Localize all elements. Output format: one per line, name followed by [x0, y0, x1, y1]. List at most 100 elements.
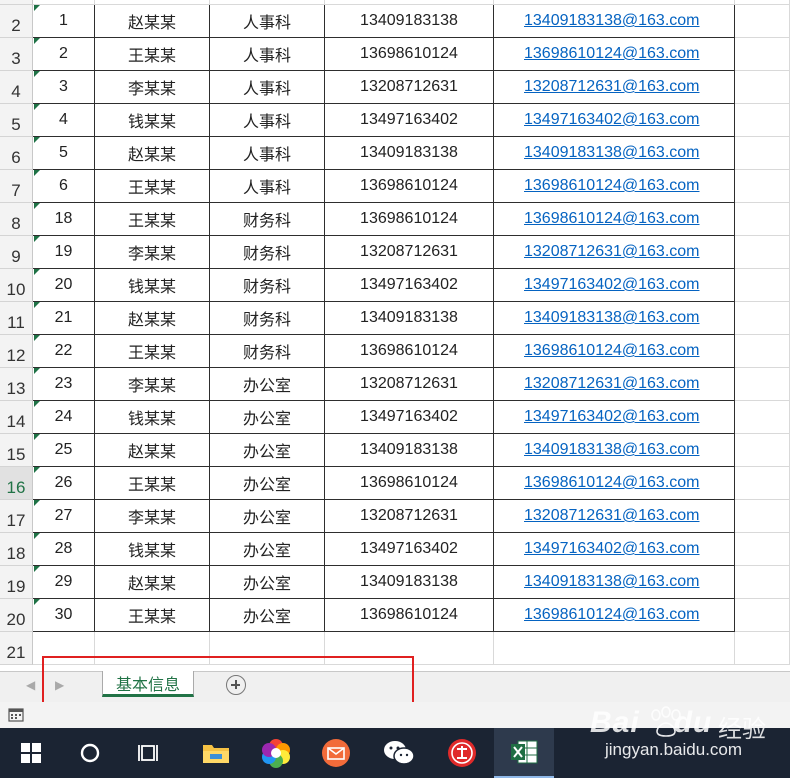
table-cell[interactable]: 13698610124: [325, 203, 494, 236]
table-cell[interactable]: 王某某: [95, 170, 210, 203]
table-cell[interactable]: 办公室: [210, 599, 325, 632]
table-cell[interactable]: 13409183138: [325, 137, 494, 170]
row-header[interactable]: 18: [0, 533, 33, 566]
row-header[interactable]: 15: [0, 434, 33, 467]
row-header[interactable]: 9: [0, 236, 33, 269]
table-cell[interactable]: 30: [33, 599, 95, 632]
table-cell[interactable]: [735, 467, 790, 500]
table-cell[interactable]: 李某某: [95, 500, 210, 533]
row-header[interactable]: 3: [0, 38, 33, 71]
table-cell[interactable]: [95, 632, 210, 665]
table-cell[interactable]: 王某某: [95, 467, 210, 500]
table-cell[interactable]: 13497163402: [325, 269, 494, 302]
email-link-cell[interactable]: 13208712631@163.com: [494, 368, 735, 401]
table-cell[interactable]: 王某某: [95, 335, 210, 368]
table-cell[interactable]: 钱某某: [95, 533, 210, 566]
table-cell[interactable]: 6: [33, 170, 95, 203]
table-cell[interactable]: [735, 137, 790, 170]
table-cell[interactable]: 钱某某: [95, 104, 210, 137]
table-cell[interactable]: [735, 401, 790, 434]
email-link-cell[interactable]: 13409183138@163.com: [494, 137, 735, 170]
table-cell[interactable]: 财务科: [210, 236, 325, 269]
table-cell[interactable]: 办公室: [210, 566, 325, 599]
table-cell[interactable]: 20: [33, 269, 95, 302]
table-cell[interactable]: 李某某: [95, 236, 210, 269]
table-cell[interactable]: 29: [33, 566, 95, 599]
table-cell[interactable]: [735, 302, 790, 335]
email-link-cell[interactable]: 13497163402@163.com: [494, 401, 735, 434]
table-cell[interactable]: 赵某某: [95, 566, 210, 599]
table-cell[interactable]: 13698610124: [325, 599, 494, 632]
xiu-app-icon[interactable]: [432, 728, 492, 778]
table-cell[interactable]: [735, 533, 790, 566]
email-link-cell[interactable]: 13698610124@163.com: [494, 170, 735, 203]
photos-app-icon[interactable]: [246, 728, 306, 778]
table-cell[interactable]: 2: [33, 38, 95, 71]
table-cell[interactable]: 王某某: [95, 38, 210, 71]
table-cell[interactable]: 28: [33, 533, 95, 566]
file-explorer-icon[interactable]: [186, 728, 246, 778]
email-link-cell[interactable]: 13409183138@163.com: [494, 5, 735, 38]
macro-record-icon[interactable]: [8, 707, 24, 723]
table-cell[interactable]: 13497163402: [325, 533, 494, 566]
table-cell[interactable]: 办公室: [210, 368, 325, 401]
email-link-cell[interactable]: 13698610124@163.com: [494, 599, 735, 632]
table-cell[interactable]: [735, 335, 790, 368]
table-cell[interactable]: [735, 269, 790, 302]
table-cell[interactable]: [735, 5, 790, 38]
table-cell[interactable]: 赵某某: [95, 302, 210, 335]
row-header[interactable]: 19: [0, 566, 33, 599]
table-cell[interactable]: 13409183138: [325, 5, 494, 38]
table-cell[interactable]: [735, 236, 790, 269]
email-link-cell[interactable]: 13208712631@163.com: [494, 71, 735, 104]
table-cell[interactable]: 人事科: [210, 104, 325, 137]
email-link-cell[interactable]: 13409183138@163.com: [494, 302, 735, 335]
table-cell[interactable]: 18: [33, 203, 95, 236]
email-link-cell[interactable]: 13497163402@163.com: [494, 269, 735, 302]
task-view-icon[interactable]: [117, 728, 179, 778]
table-cell[interactable]: 13208712631: [325, 236, 494, 269]
table-cell[interactable]: 办公室: [210, 500, 325, 533]
table-cell[interactable]: 人事科: [210, 38, 325, 71]
plus-circle-icon[interactable]: [226, 675, 246, 695]
windows-start-icon[interactable]: [0, 728, 62, 778]
table-cell[interactable]: 25: [33, 434, 95, 467]
table-cell[interactable]: [735, 104, 790, 137]
table-cell[interactable]: 13208712631: [325, 500, 494, 533]
email-link-cell[interactable]: 13698610124@163.com: [494, 467, 735, 500]
table-cell[interactable]: 人事科: [210, 170, 325, 203]
table-cell[interactable]: 人事科: [210, 137, 325, 170]
email-link-cell[interactable]: 13497163402@163.com: [494, 533, 735, 566]
chevron-left-icon[interactable]: ◀: [26, 678, 35, 692]
table-cell[interactable]: 人事科: [210, 71, 325, 104]
table-cell[interactable]: [735, 170, 790, 203]
chevron-right-icon[interactable]: ▶: [55, 678, 64, 692]
table-cell[interactable]: 钱某某: [95, 401, 210, 434]
table-cell[interactable]: 财务科: [210, 203, 325, 236]
row-header[interactable]: 13: [0, 368, 33, 401]
row-header[interactable]: 4: [0, 71, 33, 104]
table-cell[interactable]: 李某某: [95, 71, 210, 104]
email-link-cell[interactable]: 13698610124@163.com: [494, 38, 735, 71]
table-cell[interactable]: 王某某: [95, 203, 210, 236]
table-cell[interactable]: [33, 632, 95, 665]
table-cell[interactable]: 13698610124: [325, 170, 494, 203]
table-cell[interactable]: 财务科: [210, 302, 325, 335]
email-link-cell[interactable]: 13497163402@163.com: [494, 104, 735, 137]
email-link-cell[interactable]: 13409183138@163.com: [494, 434, 735, 467]
table-cell[interactable]: [735, 500, 790, 533]
row-header[interactable]: 12: [0, 335, 33, 368]
table-cell[interactable]: 赵某某: [95, 137, 210, 170]
row-header[interactable]: 14: [0, 401, 33, 434]
row-header[interactable]: 7: [0, 170, 33, 203]
table-cell[interactable]: 办公室: [210, 401, 325, 434]
table-cell[interactable]: 13409183138: [325, 566, 494, 599]
table-cell[interactable]: 13497163402: [325, 401, 494, 434]
email-link-cell[interactable]: 13409183138@163.com: [494, 566, 735, 599]
table-cell[interactable]: [735, 368, 790, 401]
mail-app-icon[interactable]: [306, 728, 366, 778]
row-header[interactable]: 17: [0, 500, 33, 533]
row-header[interactable]: 6: [0, 137, 33, 170]
row-header[interactable]: 21: [0, 632, 33, 665]
table-cell[interactable]: 22: [33, 335, 95, 368]
